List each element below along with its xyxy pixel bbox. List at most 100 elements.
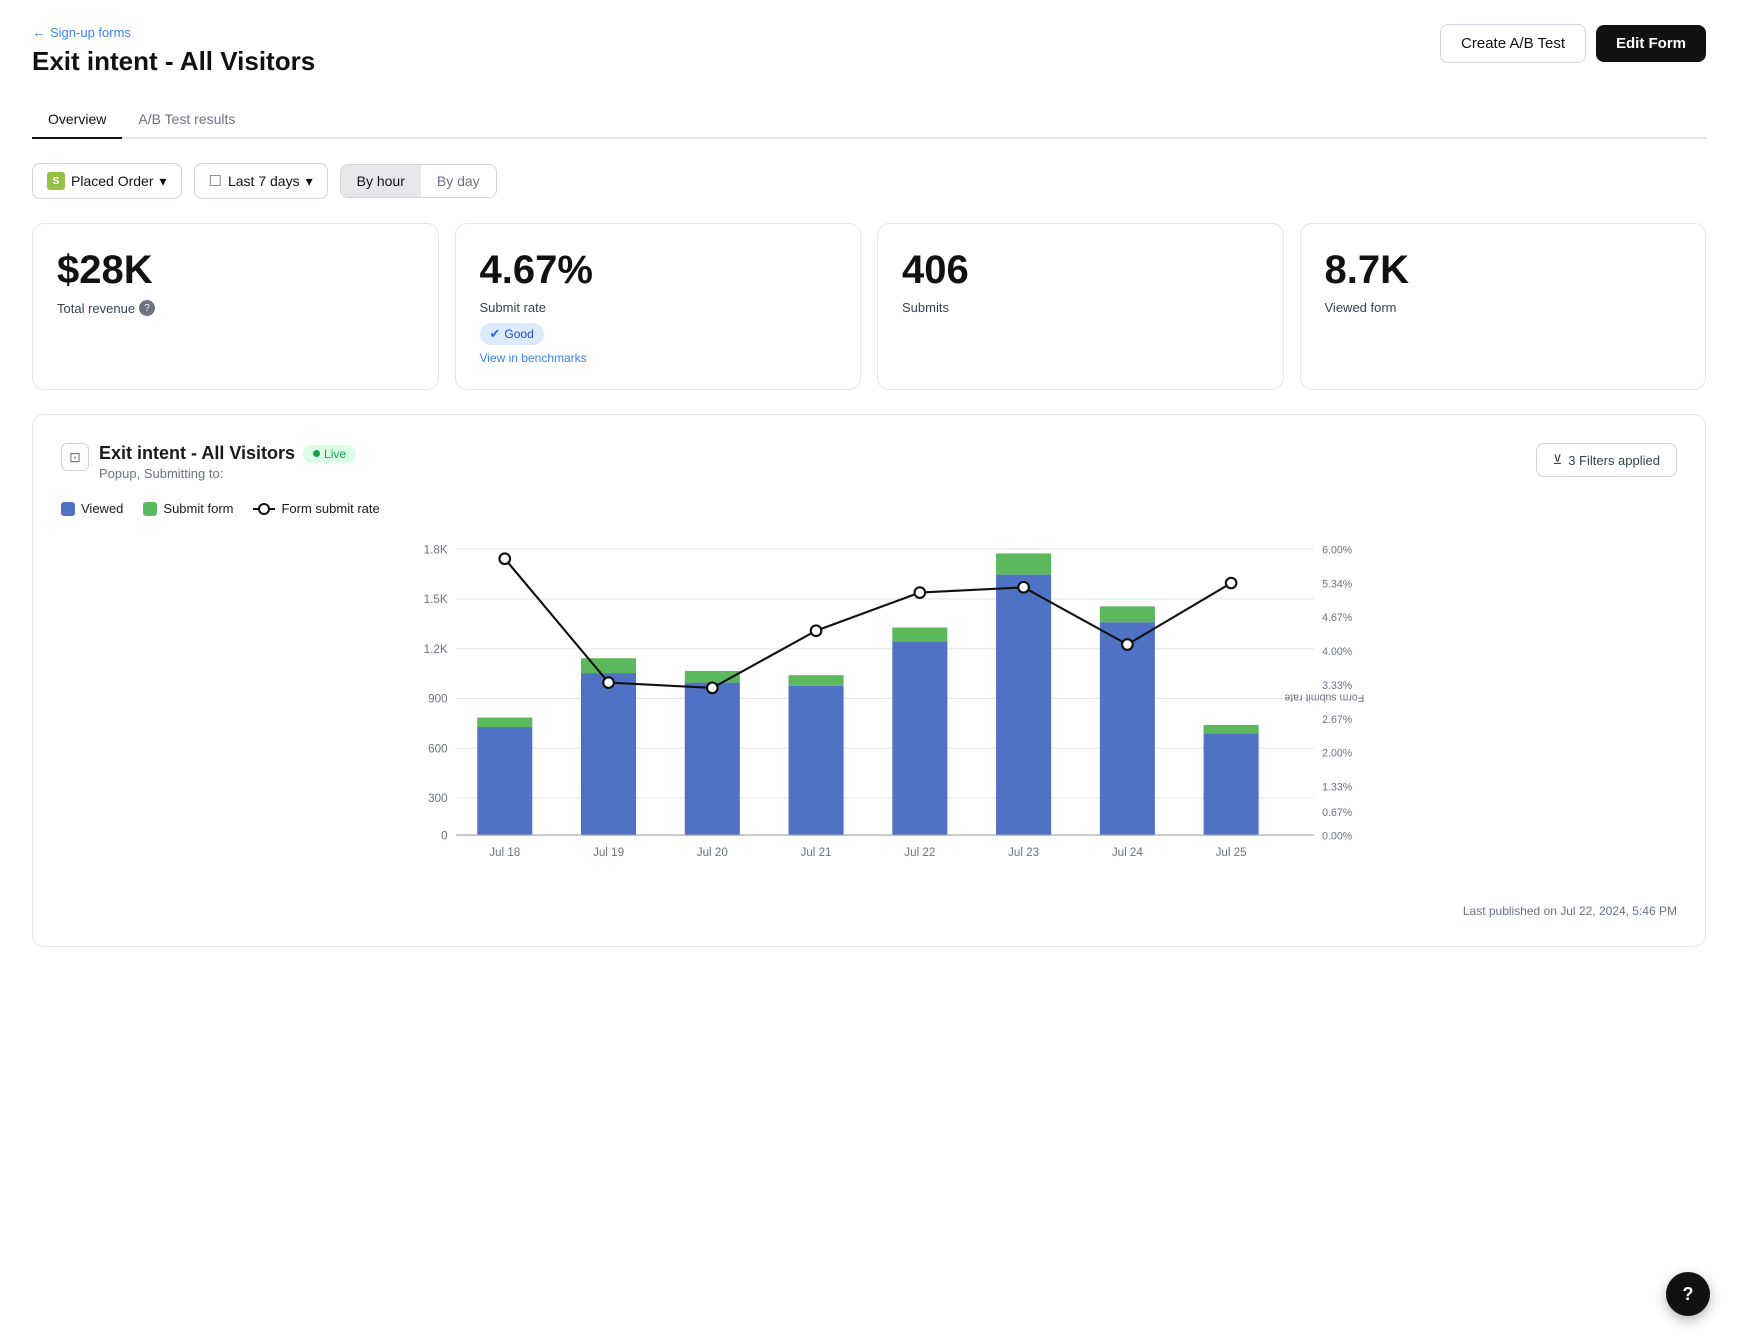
metric-label-revenue: Total revenue ? bbox=[57, 300, 414, 316]
rate-dot-jul22 bbox=[915, 587, 926, 598]
svg-text:2.67%: 2.67% bbox=[1322, 714, 1353, 726]
svg-text:1.2K: 1.2K bbox=[424, 643, 448, 656]
shopify-icon: S bbox=[47, 172, 65, 190]
placed-order-filter[interactable]: S Placed Order ▾ bbox=[32, 163, 182, 199]
svg-text:Jul 18: Jul 18 bbox=[489, 846, 520, 859]
help-fab-button[interactable]: ? bbox=[1666, 1272, 1710, 1316]
chart-card: ⊡ Exit intent - All Visitors Live Popup,… bbox=[32, 414, 1706, 947]
chart-area: 1.8K 1.5K 1.2K 900 600 300 0 6.00% 5.34%… bbox=[61, 528, 1677, 888]
legend-submit-form: Submit form bbox=[143, 501, 233, 516]
metric-label-viewed: Viewed form bbox=[1325, 300, 1682, 315]
svg-text:Jul 22: Jul 22 bbox=[904, 846, 935, 859]
svg-text:1.33%: 1.33% bbox=[1322, 782, 1353, 794]
legend-form-submit-rate: Form submit rate bbox=[253, 501, 379, 516]
svg-text:1.5K: 1.5K bbox=[424, 593, 448, 606]
date-range-label: Last 7 days bbox=[228, 173, 300, 189]
back-arrow-icon: ← bbox=[32, 24, 46, 40]
legend-rate-icon bbox=[253, 508, 275, 510]
header-actions: Create A/B Test Edit Form bbox=[1440, 24, 1706, 63]
svg-text:3.33%: 3.33% bbox=[1322, 680, 1353, 692]
svg-text:Jul 24: Jul 24 bbox=[1112, 846, 1144, 859]
legend-submit-icon bbox=[143, 502, 157, 516]
metric-value-revenue: $28K bbox=[57, 248, 414, 292]
svg-text:Jul 21: Jul 21 bbox=[801, 846, 832, 859]
bar-viewed-jul25 bbox=[1204, 733, 1259, 835]
filters-row: S Placed Order ▾ ☐ Last 7 days ▾ By hour… bbox=[32, 163, 1706, 199]
svg-text:Jul 19: Jul 19 bbox=[593, 846, 624, 859]
metric-card-submits: 406 Submits bbox=[877, 223, 1284, 390]
svg-text:Jul 25: Jul 25 bbox=[1216, 846, 1247, 859]
bar-viewed-jul19 bbox=[581, 673, 636, 835]
rate-dot-jul19 bbox=[603, 677, 614, 688]
bar-submit-jul22 bbox=[892, 628, 947, 642]
chevron-down-icon-date: ▾ bbox=[306, 173, 313, 190]
svg-text:0.67%: 0.67% bbox=[1322, 807, 1353, 819]
svg-text:6.00%: 6.00% bbox=[1322, 544, 1353, 556]
svg-text:0: 0 bbox=[441, 829, 448, 842]
rate-dot-jul25 bbox=[1226, 578, 1237, 589]
metric-card-revenue: $28K Total revenue ? bbox=[32, 223, 439, 390]
rate-dot-jul23 bbox=[1018, 582, 1029, 593]
back-link-label: Sign-up forms bbox=[50, 25, 131, 40]
by-hour-toggle[interactable]: By hour bbox=[341, 165, 421, 197]
metric-label-submit-rate: Submit rate bbox=[480, 300, 837, 315]
tabs: Overview A/B Test results bbox=[32, 101, 1706, 139]
chart-header: ⊡ Exit intent - All Visitors Live Popup,… bbox=[61, 443, 1677, 481]
metric-label-submits: Submits bbox=[902, 300, 1259, 315]
create-ab-test-button[interactable]: Create A/B Test bbox=[1440, 24, 1586, 63]
rate-dot-jul18 bbox=[499, 553, 510, 564]
bar-viewed-jul20 bbox=[685, 683, 740, 835]
svg-text:900: 900 bbox=[428, 693, 448, 706]
check-icon: ✔ bbox=[490, 326, 501, 342]
metric-card-submit-rate: 4.67% Submit rate ✔ Good View in benchma… bbox=[455, 223, 862, 390]
rate-dot-jul21 bbox=[811, 625, 822, 636]
svg-text:Jul 20: Jul 20 bbox=[697, 846, 729, 859]
svg-text:4.00%: 4.00% bbox=[1322, 646, 1353, 658]
chart-svg: 1.8K 1.5K 1.2K 900 600 300 0 6.00% 5.34%… bbox=[61, 528, 1677, 888]
svg-text:2.00%: 2.00% bbox=[1322, 748, 1353, 760]
chart-legend: Viewed Submit form Form submit rate bbox=[61, 501, 1677, 516]
svg-text:Jul 23: Jul 23 bbox=[1008, 846, 1039, 859]
placed-order-label: Placed Order bbox=[71, 173, 153, 189]
bar-submit-jul24 bbox=[1100, 606, 1155, 622]
date-range-filter[interactable]: ☐ Last 7 days ▾ bbox=[194, 163, 328, 199]
filter-icon: ⊻ bbox=[1553, 452, 1563, 468]
tab-overview[interactable]: Overview bbox=[32, 101, 122, 139]
time-toggle-group: By hour By day bbox=[340, 164, 497, 198]
metric-value-viewed: 8.7K bbox=[1325, 248, 1682, 292]
bar-viewed-jul18 bbox=[477, 727, 532, 835]
published-note: Last published on Jul 22, 2024, 5:46 PM bbox=[61, 904, 1677, 918]
legend-viewed: Viewed bbox=[61, 501, 123, 516]
rate-dot-jul20 bbox=[707, 683, 718, 694]
chart-subtitle: Popup, Submitting to: bbox=[99, 466, 356, 481]
svg-text:Form submit rate: Form submit rate bbox=[1284, 691, 1364, 703]
view-benchmarks-link[interactable]: View in benchmarks bbox=[480, 351, 837, 365]
bar-viewed-jul24 bbox=[1100, 622, 1155, 835]
metric-value-submits: 406 bbox=[902, 248, 1259, 292]
svg-text:5.34%: 5.34% bbox=[1322, 578, 1353, 590]
chart-form-icon: ⊡ bbox=[61, 443, 89, 471]
help-icon-revenue[interactable]: ? bbox=[139, 300, 155, 316]
bar-viewed-jul22 bbox=[892, 641, 947, 835]
legend-viewed-icon bbox=[61, 502, 75, 516]
svg-text:600: 600 bbox=[428, 742, 448, 755]
svg-text:0.00%: 0.00% bbox=[1322, 830, 1353, 842]
svg-text:1.8K: 1.8K bbox=[424, 543, 448, 556]
live-badge: Live bbox=[303, 445, 356, 463]
bar-viewed-jul23 bbox=[996, 575, 1051, 835]
svg-text:300: 300 bbox=[428, 792, 448, 805]
tab-ab-test-results[interactable]: A/B Test results bbox=[122, 101, 251, 139]
metrics-row: $28K Total revenue ? 4.67% Submit rate ✔… bbox=[32, 223, 1706, 390]
bar-submit-jul18 bbox=[477, 718, 532, 728]
by-day-toggle[interactable]: By day bbox=[421, 165, 496, 197]
good-badge: ✔ Good bbox=[480, 323, 544, 345]
chart-title: Exit intent - All Visitors Live bbox=[99, 443, 356, 464]
filters-applied-button[interactable]: ⊻ 3 Filters applied bbox=[1536, 443, 1677, 477]
page-title: Exit intent - All Visitors bbox=[32, 46, 315, 77]
metric-card-viewed: 8.7K Viewed form bbox=[1300, 223, 1707, 390]
bar-submit-jul21 bbox=[789, 675, 844, 686]
bar-viewed-jul21 bbox=[789, 686, 844, 835]
chart-title-area: ⊡ Exit intent - All Visitors Live Popup,… bbox=[61, 443, 356, 481]
edit-form-button[interactable]: Edit Form bbox=[1596, 25, 1706, 62]
back-link[interactable]: ← Sign-up forms bbox=[32, 24, 315, 40]
